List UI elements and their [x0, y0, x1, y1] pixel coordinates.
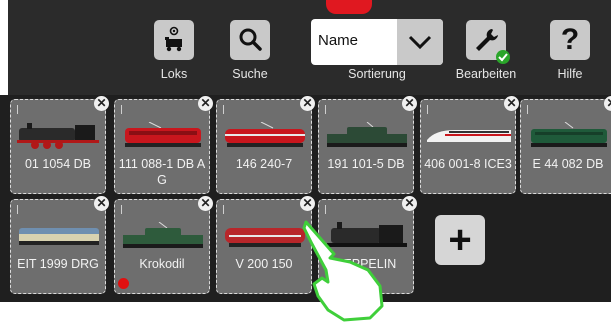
plus-icon: +: [448, 218, 472, 262]
sort-label: Sortierung: [348, 67, 406, 81]
close-icon[interactable]: ✕: [300, 196, 315, 211]
chevron-down-icon[interactable]: [397, 19, 443, 65]
close-icon[interactable]: ✕: [198, 96, 213, 111]
loco-tile[interactable]: EIT 1999 DRG ✕: [10, 196, 109, 294]
close-icon[interactable]: ✕: [94, 96, 109, 111]
loco-tile[interactable]: E 44 082 DB ✕: [520, 96, 611, 194]
search-icon: [239, 28, 262, 51]
loco-name: Krokodil: [139, 257, 185, 271]
edit-label: Bearbeiten: [455, 67, 517, 81]
electric-loco-icon: [225, 122, 305, 147]
loco-name: 146 240-7: [235, 157, 293, 171]
loco-tile[interactable]: 191 101-5 DB ✕: [318, 96, 417, 194]
add-loco-button[interactable]: +: [435, 215, 485, 265]
electric-loco-icon: [125, 122, 201, 147]
hand-pointer-icon: [302, 220, 384, 322]
status-indicator: [118, 278, 129, 289]
help-button[interactable]: ?: [550, 20, 590, 60]
loco-tile[interactable]: 406 001-8 ICE3 ✕: [420, 96, 519, 194]
edit-button[interactable]: [466, 20, 510, 64]
loks-label: Loks: [160, 67, 188, 81]
loco-name: 191 101-5 DB: [327, 157, 405, 171]
top-toolbar: Loks Suche Name Sortierung Bearbeiten ? …: [8, 0, 611, 95]
search-label: Suche: [232, 67, 268, 81]
sort-selected-value: Name: [318, 32, 359, 49]
close-icon[interactable]: ✕: [604, 96, 611, 111]
close-icon[interactable]: ✕: [402, 96, 417, 111]
loco-name: EIT 1999 DRG: [17, 257, 99, 271]
ice-train-icon: [427, 130, 511, 142]
loco-name: V 200 150: [235, 257, 293, 271]
search-button[interactable]: [230, 20, 270, 60]
help-icon: ?: [560, 23, 580, 56]
loks-button[interactable]: [154, 20, 194, 60]
close-icon[interactable]: ✕: [504, 96, 519, 111]
close-icon[interactable]: ✕: [94, 196, 109, 211]
close-icon[interactable]: ✕: [300, 96, 315, 111]
top-status-indicator: [326, 0, 372, 14]
sort-select[interactable]: Name: [311, 19, 443, 65]
locomotive-icon: [165, 26, 182, 52]
wrench-icon: [476, 29, 498, 51]
crocodile-loco-icon: [327, 122, 407, 147]
loco-tile[interactable]: Krokodil ✕: [114, 196, 213, 294]
electric-loco-icon: [531, 122, 607, 147]
loco-name: 01 1054 DB: [24, 157, 92, 171]
diesel-loco-icon: [225, 228, 305, 247]
loco-name: 111 088-1 DB AG: [118, 157, 206, 187]
steam-loco-icon: [17, 123, 99, 149]
loco-tile[interactable]: 146 240-7 ✕: [216, 96, 315, 194]
crocodile-loco-icon: [123, 222, 203, 248]
loco-name: 406 001-8 ICE3: [424, 157, 512, 171]
close-icon[interactable]: ✕: [198, 196, 213, 211]
railcar-icon: [19, 228, 99, 245]
loco-tile[interactable]: 01 1054 DB ✕: [10, 96, 109, 194]
help-label: Hilfe: [557, 67, 583, 81]
check-badge-icon: [496, 50, 510, 64]
loco-name: E 44 082 DB: [532, 157, 604, 171]
close-icon[interactable]: ✕: [402, 196, 417, 211]
loco-tile[interactable]: 111 088-1 DB AG ✕: [114, 96, 213, 194]
